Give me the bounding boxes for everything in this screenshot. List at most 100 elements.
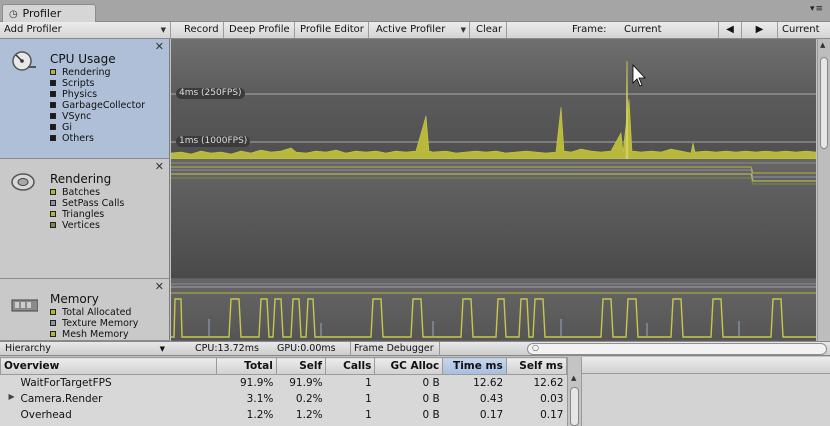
- legend-item-physics[interactable]: Physics: [50, 89, 145, 100]
- search-input[interactable]: ○: [527, 343, 827, 355]
- legend-item-others[interactable]: Others: [50, 133, 145, 144]
- legend-label: Physics: [62, 89, 98, 100]
- chevron-down-icon: ▼: [160, 26, 166, 34]
- frame-debugger-button[interactable]: Frame Debugger: [350, 342, 440, 356]
- cpu-rendering-series: [171, 98, 816, 159]
- legend-label: Texture Memory: [62, 318, 139, 329]
- row-gc-alloc: 0 B: [422, 408, 440, 421]
- column-header-total[interactable]: Total: [215, 357, 277, 375]
- rendering-graph[interactable]: [171, 159, 816, 279]
- legend-item-rendering[interactable]: Rendering: [50, 67, 145, 78]
- legend-item-setpass-calls[interactable]: SetPass Calls: [50, 198, 124, 209]
- profiler-toolbar: Add Profiler ▼ Record Deep Profile Profi…: [0, 22, 830, 39]
- row-time-ms: 12.62: [473, 376, 504, 389]
- legend-label: GarbageCollector: [62, 100, 146, 111]
- column-header-gc-alloc[interactable]: GC Alloc: [374, 357, 444, 375]
- arrow-right-icon: ▶: [755, 24, 764, 35]
- rendering-area[interactable]: ✕ Rendering Batches SetPass Calls Triang…: [0, 159, 170, 279]
- legend-item-mesh-memory[interactable]: Mesh Memory: [50, 329, 138, 340]
- profile-editor-label: Profile Editor: [300, 24, 364, 35]
- row-name: WaitForTargetFPS: [20, 376, 112, 389]
- row-self: 91.9%: [289, 376, 323, 389]
- row-total: 1.2%: [246, 408, 274, 421]
- legend-item-gi[interactable]: Gi: [50, 122, 145, 133]
- gpu-time-readout: GPU:0.00ms: [277, 343, 336, 354]
- legend-item-vertices[interactable]: Vertices: [50, 220, 124, 231]
- legend-label: Rendering: [62, 67, 111, 78]
- current-frame-button[interactable]: Current: [778, 22, 830, 38]
- search-icon: ○: [532, 343, 539, 352]
- legend-label: Total Allocated: [62, 307, 132, 318]
- row-gc-alloc: 0 B: [422, 376, 440, 389]
- legend-item-texture-memory[interactable]: Texture Memory: [50, 318, 138, 329]
- close-icon[interactable]: ✕: [155, 160, 164, 173]
- scrollbar-thumb[interactable]: [820, 57, 828, 149]
- memory-legend: Total Allocated Texture Memory Mesh Memo…: [50, 307, 138, 340]
- cpu-legend: Rendering Scripts Physics GarbageCollect…: [50, 67, 145, 144]
- row-calls: 1: [365, 408, 372, 421]
- legend-item-garbage-collector[interactable]: GarbageCollector: [50, 100, 145, 111]
- table-scrollbar-thumb[interactable]: [570, 387, 579, 426]
- column-header-calls[interactable]: Calls: [325, 357, 376, 375]
- table-header-row: Overview Total Self Calls GC Alloc Time …: [0, 357, 568, 375]
- detail-pane-header: [582, 357, 830, 374]
- legend-item-total-allocated[interactable]: Total Allocated: [50, 307, 138, 318]
- next-frame-button[interactable]: ▶: [742, 22, 778, 38]
- profile-editor-button[interactable]: Profile Editor: [296, 22, 369, 38]
- chevron-down-icon: ▼: [460, 26, 466, 34]
- scroll-up-icon[interactable]: ▲: [571, 374, 576, 382]
- legend-label: Vertices: [62, 220, 100, 231]
- column-header-overview[interactable]: Overview: [0, 357, 217, 375]
- rendering-series-vertices: [171, 177, 816, 185]
- legend-item-vsync[interactable]: VSync: [50, 111, 145, 122]
- table-row[interactable]: ▶ Camera.Render 3.1% 0.2% 1 0 B 0.43 0.0…: [1, 391, 567, 407]
- add-profiler-dropdown[interactable]: Add Profiler ▼: [0, 22, 171, 38]
- table-row[interactable]: Overhead 1.2% 1.2% 1 0 B 0.17 0.17: [1, 407, 567, 423]
- row-self: 0.2%: [295, 392, 323, 405]
- legend-item-batches[interactable]: Batches: [50, 187, 124, 198]
- table-scrollbar[interactable]: ▲: [567, 357, 581, 426]
- table-row[interactable]: WaitForTargetFPS 91.9% 91.9% 1 0 B 12.62…: [1, 375, 567, 391]
- row-time-ms: 0.43: [479, 392, 504, 405]
- profiler-window-tab[interactable]: ◷ Profiler: [2, 4, 96, 22]
- column-header-self[interactable]: Self: [275, 357, 327, 375]
- legend-label: Triangles: [62, 209, 105, 220]
- memory-graph-canvas: [171, 283, 816, 338]
- cpu-time-readout: CPU:13.72ms: [195, 343, 259, 354]
- legend-item-scripts[interactable]: Scripts: [50, 78, 145, 89]
- frame-label: Frame:: [568, 22, 611, 38]
- cpu-graph-canvas: [171, 60, 816, 159]
- deep-profile-button[interactable]: Deep Profile: [225, 22, 295, 38]
- view-mode-dropdown[interactable]: Hierarchy ▼: [5, 342, 165, 356]
- memory-series-total-allocated: [171, 298, 816, 338]
- close-icon[interactable]: ✕: [155, 280, 164, 293]
- column-header-self-ms[interactable]: Self ms: [505, 357, 568, 375]
- profiler-icon: ◷: [9, 9, 18, 20]
- column-header-time-ms[interactable]: Time ms: [442, 357, 507, 375]
- memory-area[interactable]: ✕ Memory Total Allocated Texture Memory …: [0, 279, 170, 341]
- hierarchy-table: Overview Total Self Calls GC Alloc Time …: [0, 357, 568, 426]
- clear-button[interactable]: Clear: [472, 22, 508, 38]
- chevron-down-icon: ▼: [159, 345, 165, 353]
- record-label: Record: [184, 24, 219, 35]
- record-button[interactable]: Record: [180, 22, 224, 38]
- window-menu-icon[interactable]: ▾≡: [810, 4, 824, 14]
- frame-label-text: Frame:: [572, 24, 607, 35]
- expand-arrow-icon[interactable]: ▶: [9, 392, 15, 401]
- detail-toolbar: Hierarchy ▼ CPU:13.72ms GPU:0.00ms Frame…: [0, 341, 830, 356]
- close-icon[interactable]: ✕: [155, 40, 164, 53]
- row-self-ms: 0.03: [540, 392, 564, 405]
- legend-item-triangles[interactable]: Triangles: [50, 209, 124, 220]
- window-tab-strip: ◷ Profiler ▾≡: [0, 0, 830, 22]
- rendering-title: Rendering: [50, 172, 112, 186]
- cpu-usage-graph[interactable]: 4ms (250FPS) 1ms (1000FPS): [171, 39, 816, 159]
- legend-label: Others: [62, 133, 94, 144]
- scroll-up-icon[interactable]: ▲: [820, 41, 825, 49]
- active-profiler-dropdown[interactable]: Active Profiler ▼: [372, 22, 470, 38]
- previous-frame-button[interactable]: ◀: [718, 22, 742, 38]
- graphs-scrollbar[interactable]: ▲: [817, 39, 830, 341]
- row-name-cell: ▶ Camera.Render: [1, 391, 217, 407]
- memory-icon: [11, 299, 38, 312]
- cpu-usage-area[interactable]: ✕ CPU Usage Rendering Scripts Physics Ga…: [0, 39, 170, 159]
- memory-graph[interactable]: [171, 279, 816, 341]
